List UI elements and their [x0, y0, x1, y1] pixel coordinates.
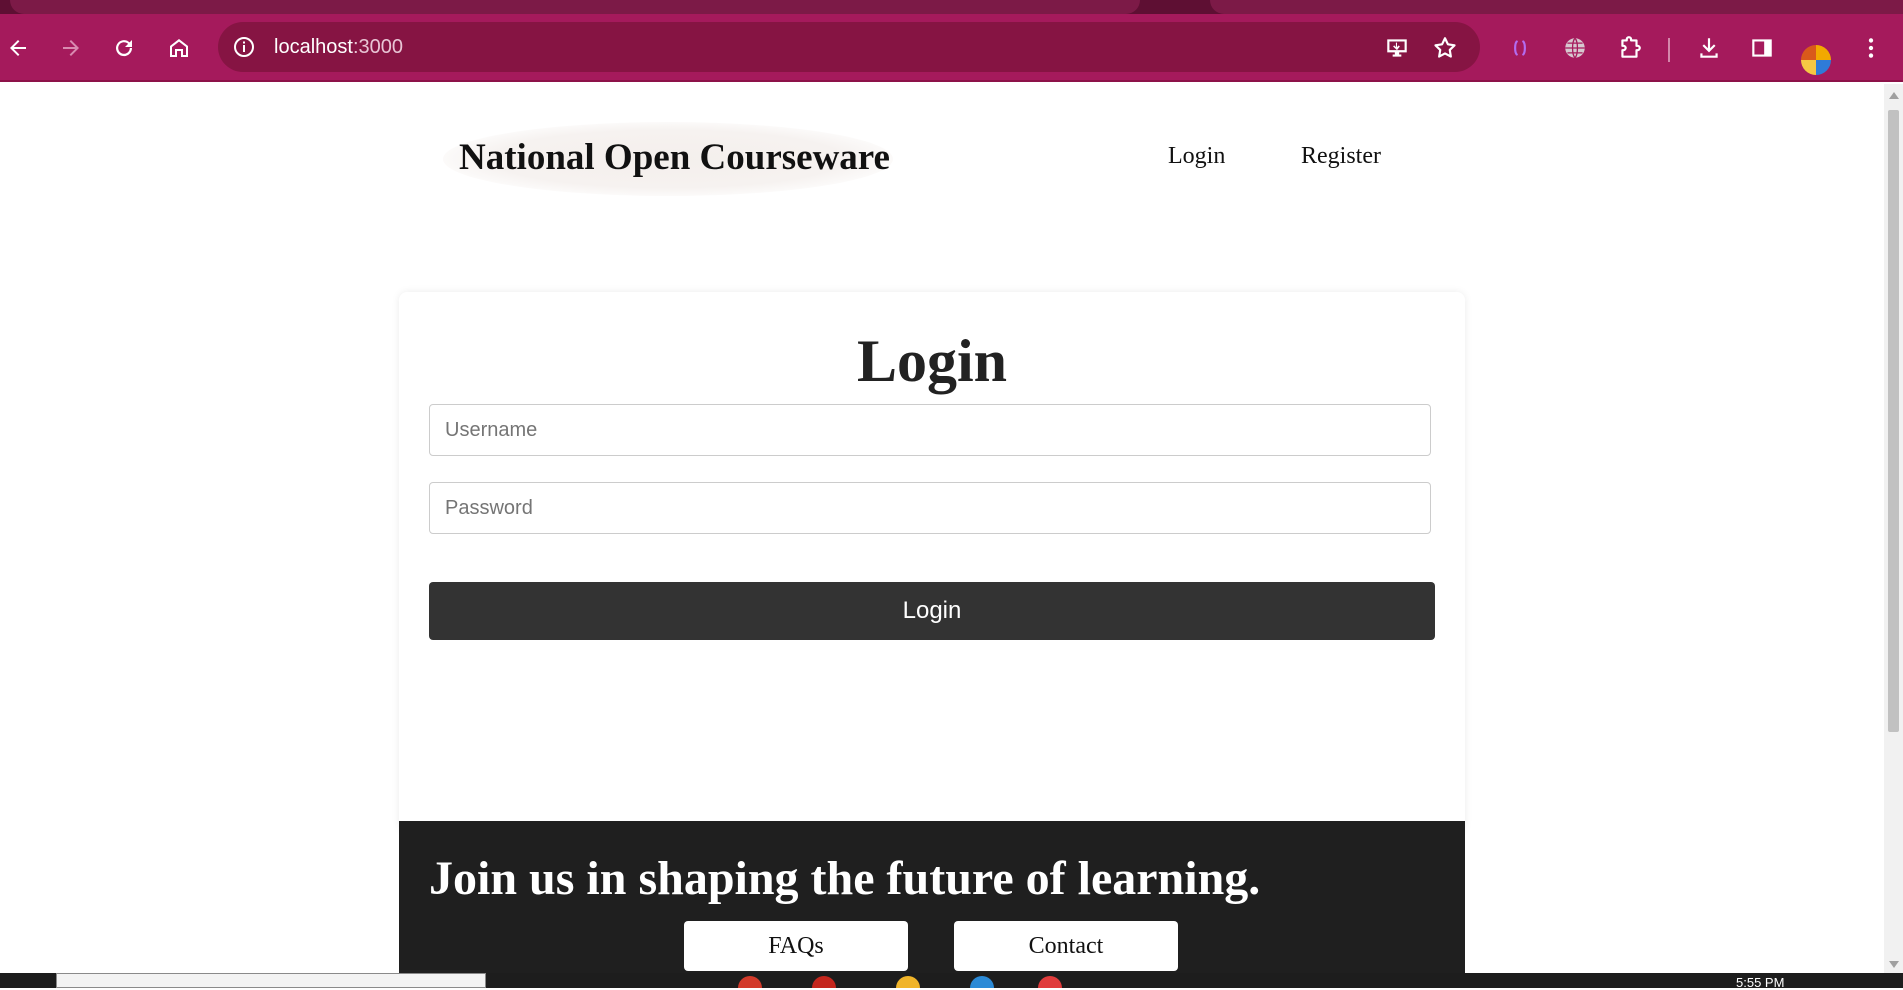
faqs-button[interactable]: FAQs — [684, 921, 908, 971]
login-card: Login Login — [399, 292, 1465, 832]
tab-strip — [0, 0, 1903, 14]
password-input[interactable] — [429, 482, 1431, 534]
username-input[interactable] — [429, 404, 1431, 456]
login-submit-button[interactable]: Login — [429, 582, 1435, 640]
footer-tagline: Join us in shaping the future of learnin… — [429, 852, 1261, 905]
browser-toolbar: localhost:3000 — [0, 14, 1903, 82]
toolbar-bottom-border — [0, 80, 1903, 82]
bookmark-star-icon[interactable] — [1432, 35, 1458, 61]
taskbar-app-icon[interactable] — [1038, 976, 1062, 988]
taskbar-app-icon[interactable] — [896, 976, 920, 988]
menu-kebab-icon[interactable] — [1855, 32, 1887, 64]
side-panel-icon[interactable] — [1746, 32, 1778, 64]
nav-link-login[interactable]: Login — [1168, 143, 1225, 170]
globe-icon[interactable] — [1559, 32, 1591, 64]
tab-other[interactable] — [1210, 0, 1903, 14]
reload-icon[interactable] — [108, 32, 140, 64]
download-icon[interactable] — [1693, 32, 1725, 64]
footer: Join us in shaping the future of learnin… — [399, 821, 1465, 973]
forward-arrow-icon[interactable] — [55, 32, 87, 64]
url-text[interactable]: localhost:3000 — [274, 35, 403, 59]
taskbar-app-icon[interactable] — [738, 976, 762, 988]
scroll-down-arrow-icon[interactable] — [1889, 961, 1899, 968]
back-arrow-icon[interactable] — [2, 32, 34, 64]
extensions-puzzle-icon[interactable] — [1614, 32, 1646, 64]
extension-bracket-icon[interactable] — [1504, 32, 1536, 64]
nav-link-register[interactable]: Register — [1301, 143, 1381, 170]
page-scrollbar[interactable] — [1884, 84, 1903, 973]
tab-active[interactable] — [10, 0, 1140, 14]
login-title: Login — [856, 328, 1008, 394]
address-bar[interactable]: localhost:3000 — [218, 22, 1480, 72]
brand-title[interactable]: National Open Courseware — [459, 136, 890, 179]
scrollbar-thumb[interactable] — [1888, 110, 1899, 732]
scroll-up-arrow-icon[interactable] — [1889, 92, 1899, 99]
profile-avatar[interactable] — [1801, 45, 1831, 75]
site-info-icon[interactable] — [232, 35, 256, 59]
window-preview-thumbnail[interactable] — [56, 973, 486, 988]
contact-button[interactable]: Contact — [954, 921, 1178, 971]
taskbar-app-icon[interactable] — [970, 976, 994, 988]
page-viewport: National Open Courseware Login Register … — [0, 84, 1884, 973]
install-app-icon[interactable] — [1384, 35, 1410, 61]
taskbar-app-icon[interactable] — [812, 976, 836, 988]
home-icon[interactable] — [163, 32, 195, 64]
os-taskbar: 5:55 PM — [0, 973, 1903, 990]
toolbar-separator — [1668, 38, 1670, 62]
